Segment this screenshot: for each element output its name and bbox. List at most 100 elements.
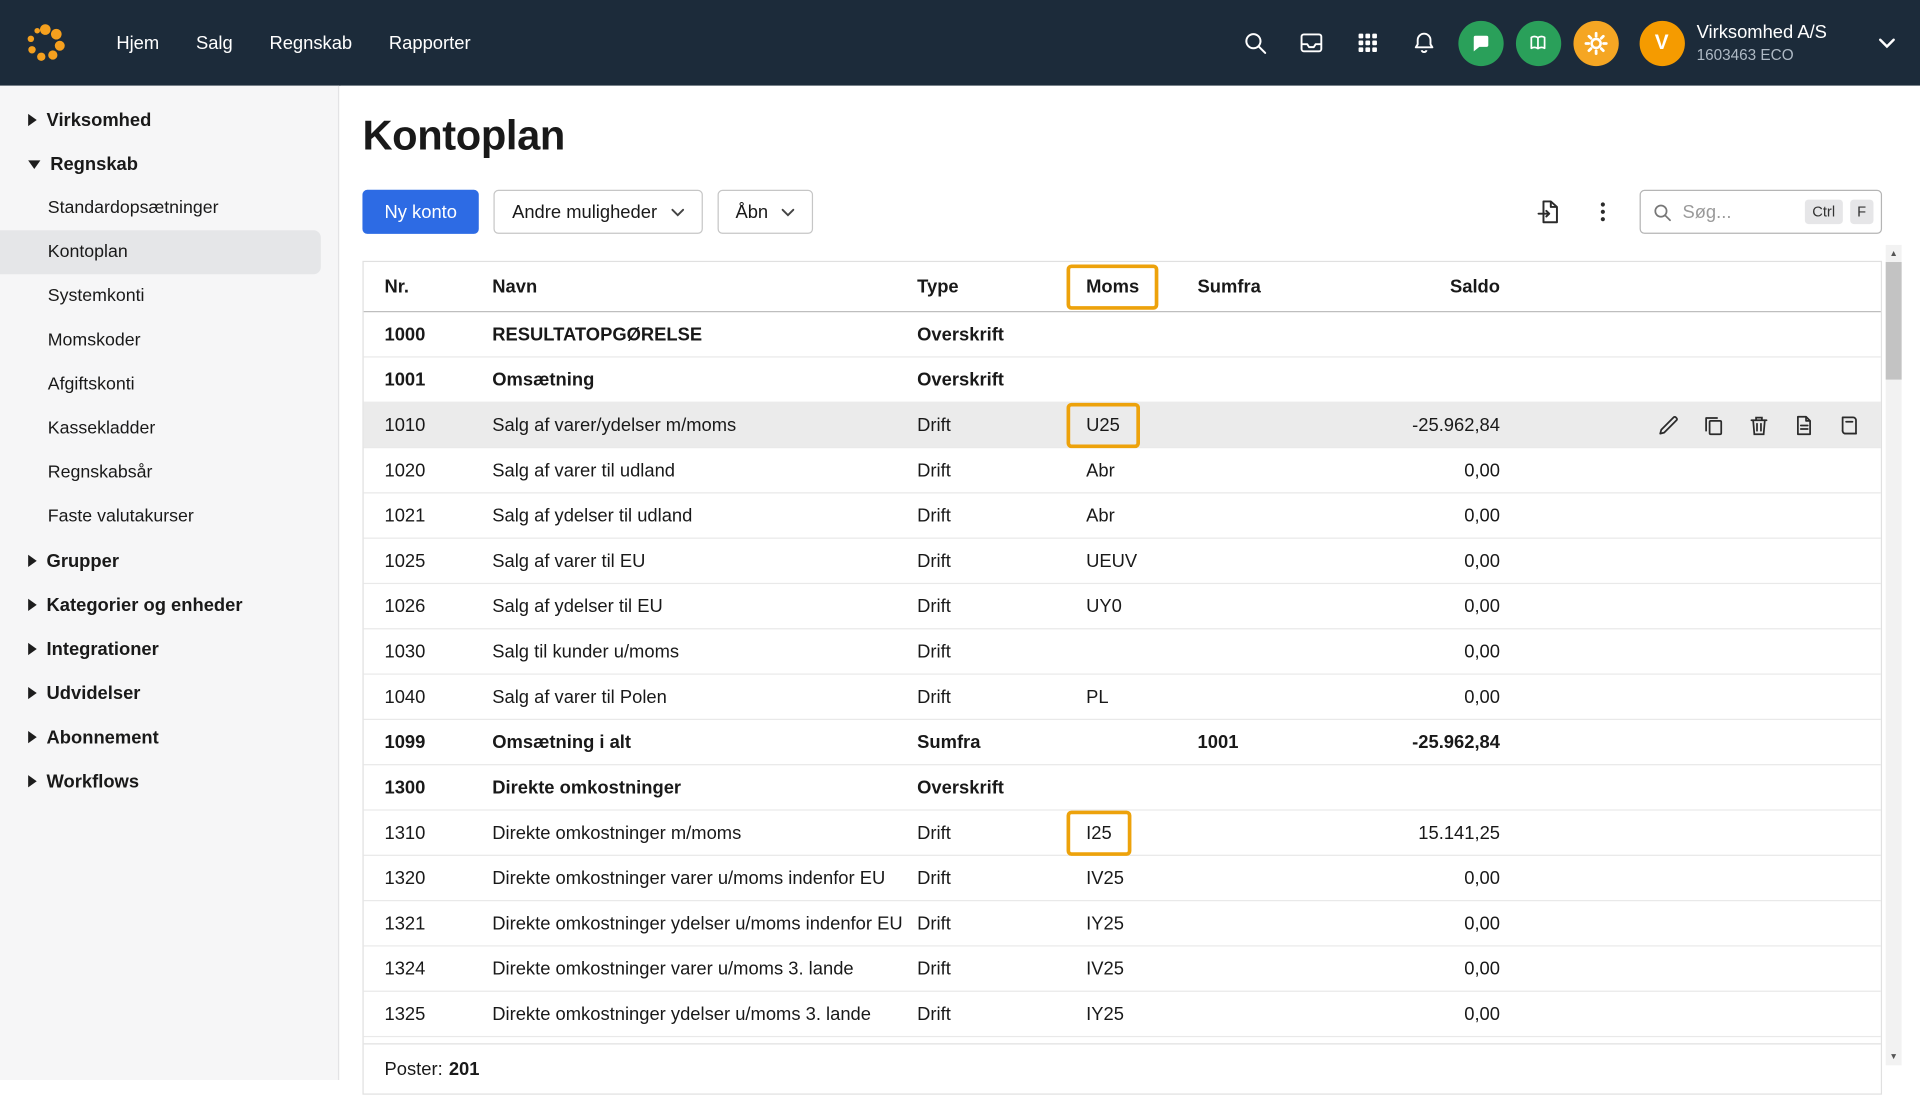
cell-navn: Omsætning (492, 369, 917, 390)
sidebar-section-kategorier-og-enheder[interactable]: Kategorier og enheder (0, 583, 338, 627)
table-row[interactable]: 1320Direkte omkostninger varer u/moms in… (364, 856, 1881, 901)
cell-navn: RESULTATOPGØRELSE (492, 324, 917, 345)
export-icon[interactable] (1527, 190, 1574, 234)
nav-rapporter[interactable]: Rapporter (371, 23, 489, 63)
kebab-menu-icon[interactable] (1580, 190, 1627, 234)
scroll-up-icon[interactable]: ▲ (1889, 245, 1897, 262)
table-row[interactable]: 1300Direkte omkostningerOverskrift (364, 765, 1881, 810)
table-row[interactable]: 1310Direkte omkostninger m/momsDriftI251… (364, 811, 1881, 856)
scroll-down-icon[interactable]: ▼ (1889, 1048, 1897, 1065)
sidebar-item-standardopsætninger[interactable]: Standardopsætninger (0, 186, 338, 230)
sidebar-section-workflows[interactable]: Workflows (0, 759, 338, 803)
apps-grid-icon[interactable] (1339, 15, 1395, 71)
sidebar-section-regnskab[interactable]: Regnskab (0, 142, 338, 186)
column-header-sumfra: Sumfra (1198, 276, 1320, 297)
sidebar-item-kontoplan[interactable]: Kontoplan (0, 230, 321, 274)
company-avatar[interactable]: V (1639, 20, 1684, 65)
other-options-button[interactable]: Andre muligheder (494, 190, 703, 234)
nav-hjem[interactable]: Hjem (98, 23, 178, 63)
table-row[interactable]: 1020Salg af varer til udlandDriftAbr0,00 (364, 448, 1881, 493)
cell-navn: Direkte omkostninger ydelser u/moms 3. l… (492, 1003, 917, 1024)
ledger-icon[interactable] (1838, 413, 1861, 436)
table-row[interactable]: 1030Salg til kunder u/momsDrift0,00 (364, 629, 1881, 674)
search-icon (1652, 201, 1673, 222)
row-actions (1517, 413, 1881, 436)
table-row[interactable]: 1010Salg af varer/ydelser m/momsDriftU25… (364, 403, 1881, 448)
moms-value: IY25 (1086, 1003, 1124, 1024)
topbar-right: V Virksomhed A/S 1603463 ECO (1226, 15, 1902, 71)
sidebar-item-momskoder[interactable]: Momskoder (0, 318, 338, 362)
table-row[interactable]: 1321Direkte omkostninger ydelser u/moms … (364, 901, 1881, 946)
sidebar-item-regnskabsår[interactable]: Regnskabsår (0, 451, 338, 495)
cell-navn: Salg af varer til Polen (492, 686, 917, 707)
cell-nr: 1325 (364, 1003, 493, 1024)
company-switcher[interactable]: Virksomhed A/S 1603463 ECO (1697, 21, 1827, 65)
sidebar-section-grupper[interactable]: Grupper (0, 539, 338, 583)
vertical-scrollbar[interactable]: ▲ ▼ (1886, 245, 1902, 1065)
table-row[interactable]: 1021Salg af ydelser til udlandDriftAbr0,… (364, 493, 1881, 538)
table-row[interactable]: 1325Direkte omkostninger ydelser u/moms … (364, 992, 1881, 1037)
table-row[interactable]: 1001OmsætningOverskrift (364, 358, 1881, 403)
cell-type: Drift (917, 958, 1086, 979)
table-row[interactable]: 1026Salg af ydelser til EUDriftUY00,00 (364, 584, 1881, 629)
cell-type: Drift (917, 822, 1086, 843)
company-name: Virksomhed A/S (1697, 21, 1827, 45)
cell-moms: IY25 (1086, 1003, 1197, 1024)
chevron-down-icon[interactable] (1878, 37, 1895, 48)
cell-nr: 1001 (364, 369, 493, 390)
sidebar-list: VirksomhedRegnskabStandardopsætningerKon… (0, 98, 338, 803)
delete-icon[interactable] (1747, 413, 1770, 436)
settings-gear-icon[interactable] (1573, 20, 1618, 65)
table-row[interactable]: 1000RESULTATOPGØRELSEOverskrift (364, 312, 1881, 357)
search-icon[interactable] (1226, 15, 1282, 71)
sidebar-item-faste-valutakurser[interactable]: Faste valutakurser (0, 495, 338, 539)
sidebar-section-virksomhed[interactable]: Virksomhed (0, 98, 338, 142)
table-row[interactable]: 1025Salg af varer til EUDriftUEUV0,00 (364, 539, 1881, 584)
help-book-icon[interactable] (1515, 20, 1560, 65)
cell-sumfra: 1001 (1198, 732, 1320, 753)
cell-type: Drift (917, 505, 1086, 526)
table-row[interactable]: 1099Omsætning i altSumfra1001-25.962,84 (364, 720, 1881, 765)
entries-icon[interactable] (1793, 413, 1816, 436)
cell-saldo: -25.962,84 (1320, 414, 1517, 435)
scrollbar-thumb[interactable] (1886, 262, 1902, 380)
cell-type: Drift (917, 868, 1086, 889)
cell-type: Overskrift (917, 324, 1086, 345)
table-row[interactable]: 1324Direkte omkostninger varer u/moms 3.… (364, 947, 1881, 992)
cell-type: Drift (917, 596, 1086, 617)
cell-moms: U25 (1086, 414, 1197, 435)
chevron-right-icon (28, 687, 37, 699)
table-row[interactable]: 1040Salg af varer til PolenDriftPL0,00 (364, 675, 1881, 720)
copy-icon[interactable] (1702, 413, 1725, 436)
chat-icon[interactable] (1458, 20, 1503, 65)
chevron-right-icon (28, 114, 37, 126)
nav-regnskab[interactable]: Regnskab (251, 23, 370, 63)
search-input[interactable] (1680, 200, 1798, 223)
edit-icon[interactable] (1657, 413, 1680, 436)
chevron-down-icon (671, 208, 684, 217)
cell-type: Drift (917, 913, 1086, 934)
cell-type: Drift (917, 550, 1086, 571)
open-button[interactable]: Åbn (717, 190, 813, 234)
sidebar-section-udvidelser[interactable]: Udvidelser (0, 671, 338, 715)
app-logo[interactable] (24, 22, 66, 64)
sidebar-item-kassekladder[interactable]: Kassekladder (0, 407, 338, 451)
bell-icon[interactable] (1395, 15, 1451, 71)
nav-salg[interactable]: Salg (178, 23, 252, 63)
key-f-badge: F (1850, 200, 1874, 224)
chevron-right-icon (28, 731, 37, 743)
chevron-right-icon (28, 643, 37, 655)
main-content: Kontoplan Ny konto Andre muligheder Åbn (340, 86, 1920, 1080)
chevron-right-icon (28, 599, 37, 611)
sidebar-section-integrationer[interactable]: Integrationer (0, 627, 338, 671)
sidebar-item-afgiftskonti[interactable]: Afgiftskonti (0, 362, 338, 406)
sidebar-section-abonnement[interactable]: Abonnement (0, 715, 338, 759)
new-account-button[interactable]: Ny konto (362, 190, 479, 234)
inbox-icon[interactable] (1283, 15, 1339, 71)
moms-value: IV25 (1086, 868, 1124, 889)
moms-value: UY0 (1086, 596, 1122, 617)
column-header-type: Type (917, 276, 1086, 297)
cell-moms: Abr (1086, 460, 1197, 481)
cell-saldo: 15.141,25 (1320, 822, 1517, 843)
sidebar-item-systemkonti[interactable]: Systemkonti (0, 274, 338, 318)
